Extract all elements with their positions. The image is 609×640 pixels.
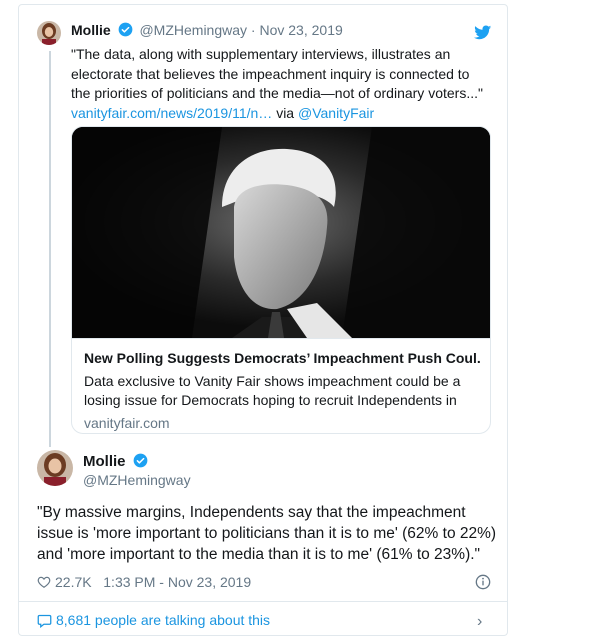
link-preview-domain: vanityfair.com	[84, 415, 170, 431]
author-handle[interactable]: @MZHemingway	[83, 472, 191, 488]
link-preview-image	[72, 127, 490, 338]
like-button[interactable]: 22.7K	[37, 574, 95, 590]
like-count: 22.7K	[55, 574, 92, 590]
via-handle-link[interactable]: @VanityFair	[298, 105, 374, 121]
via-label: via	[276, 104, 295, 121]
separator: ·	[250, 22, 256, 38]
verified-badge-icon	[133, 453, 148, 468]
author-handle[interactable]: @MZHemingway	[139, 22, 247, 38]
author-name-text[interactable]: Mollie	[83, 453, 126, 470]
thread-line	[49, 51, 51, 447]
avatar[interactable]	[37, 21, 61, 45]
conversation-link[interactable]: 8,681 people are talking about this	[37, 612, 270, 628]
quoted-tweet-text: "The data, along with supplementary inte…	[71, 45, 491, 123]
verified-badge-icon	[118, 22, 132, 37]
link-preview-card[interactable]: New Polling Suggests Democrats’ Impeachm…	[71, 126, 491, 434]
info-icon[interactable]	[475, 574, 491, 590]
speech-bubble-icon	[37, 614, 52, 628]
avatar[interactable]	[37, 450, 73, 486]
tweet-date[interactable]: Nov 23, 2019	[259, 22, 342, 38]
link-preview-title[interactable]: New Polling Suggests Democrats’ Impeachm…	[84, 349, 480, 368]
article-link[interactable]: vanityfair.com/news/2019/11/n…	[71, 105, 272, 121]
twitter-bird-icon[interactable]	[474, 25, 492, 41]
chevron-right-icon[interactable]: ›	[477, 613, 482, 631]
conversation-label: 8,681 people are talking about this	[56, 612, 271, 628]
link-preview-description: Data exclusive to Vanity Fair shows impe…	[84, 373, 461, 408]
tweet-timestamp[interactable]: 1:33 PM - Nov 23, 2019	[103, 574, 251, 590]
divider	[19, 601, 507, 602]
tweet-embed-card: Mollie @MZHemingway · Nov 23, 2019 "The …	[18, 4, 508, 636]
link-preview-body: New Polling Suggests Democrats’ Impeachm…	[72, 338, 490, 433]
author-name[interactable]: Mollie	[83, 453, 151, 470]
author-name[interactable]: Mollie	[71, 22, 111, 38]
quoted-tweet-body: "The data, along with supplementary inte…	[71, 46, 483, 101]
heart-icon	[37, 576, 51, 588]
quoted-tweet-header: Mollie @MZHemingway · Nov 23, 2019	[71, 22, 343, 38]
tweet-meta: 22.7K 1:33 PM - Nov 23, 2019	[37, 574, 251, 590]
tweet-text: "By massive margins, Independents say th…	[37, 504, 497, 563]
